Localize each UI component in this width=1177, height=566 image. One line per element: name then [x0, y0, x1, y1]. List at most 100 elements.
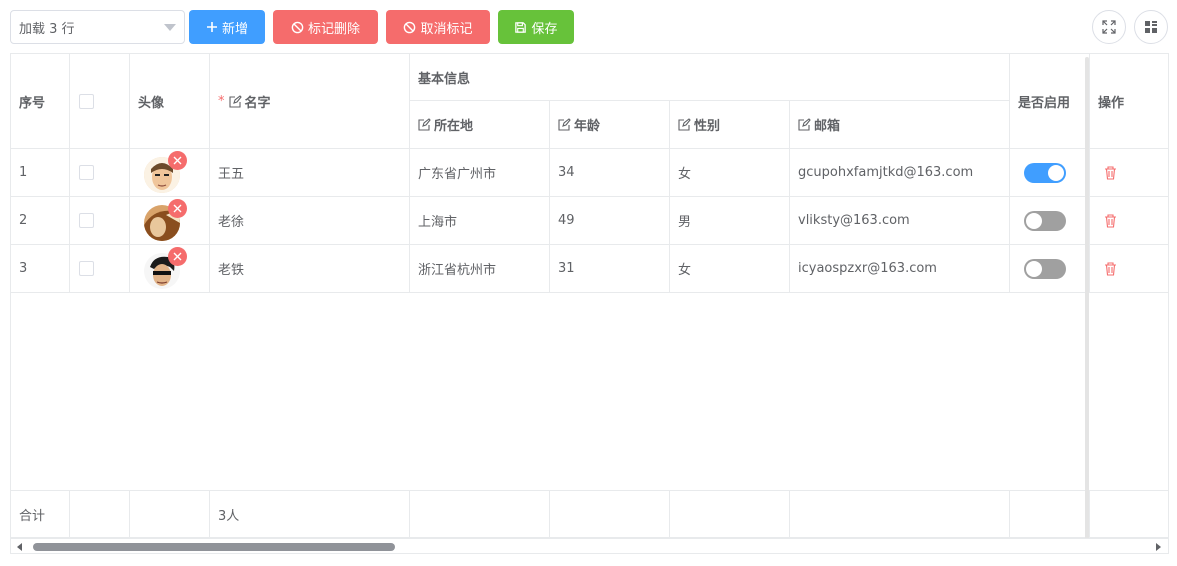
row-select: [70, 149, 130, 197]
row-gender-value: 男: [678, 215, 692, 230]
header-avatar-label: 头像: [138, 95, 165, 111]
row-location-value: 浙江省杭州市: [418, 263, 497, 278]
row-avatar-cell: [130, 245, 210, 293]
row-select: [70, 197, 130, 245]
row-email[interactable]: icyaospzxr@163.com: [790, 245, 1010, 293]
plus-icon: [206, 22, 217, 32]
row-age[interactable]: 49: [550, 197, 670, 245]
footer-cell: [1010, 491, 1090, 538]
header-location-label: 所在地: [434, 119, 474, 134]
row-checkbox[interactable]: [79, 213, 94, 228]
row-location[interactable]: 浙江省杭州市: [410, 245, 550, 293]
fixed-column-divider: [1085, 57, 1089, 540]
row-email[interactable]: vliksty@163.com: [790, 197, 1010, 245]
edit-icon: [678, 118, 691, 131]
row-email-value: gcupohxfamjtkd@163.com: [798, 165, 974, 180]
row-name[interactable]: 老徐: [210, 197, 410, 245]
footer-cell: [410, 491, 550, 538]
save-icon: [515, 21, 527, 33]
header-age-label: 年龄: [574, 119, 601, 134]
chevron-down-icon: [164, 24, 176, 31]
save-button[interactable]: 保存: [498, 10, 574, 44]
edit-icon: [558, 118, 571, 131]
row-checkbox[interactable]: [79, 261, 94, 276]
row-name[interactable]: 王五: [210, 149, 410, 197]
select-all-checkbox[interactable]: [79, 93, 94, 109]
row-email[interactable]: gcupohxfamjtkd@163.com: [790, 149, 1010, 197]
row-index: 2: [19, 213, 28, 228]
mark-delete-label: 标记删除: [307, 20, 360, 36]
header-name-label: 名字: [244, 95, 271, 111]
row-location[interactable]: 广东省广州市: [410, 149, 550, 197]
row-location-value: 广东省广州市: [418, 167, 497, 182]
row-email-value: icyaospzxr@163.com: [798, 261, 937, 276]
footer-cell: [790, 491, 1010, 538]
grid-icon: [1145, 21, 1157, 33]
data-table: 序号 头像 * 名字 基本信息 所在地 年龄 性别 邮箱 是否启用 操作 1 王…: [10, 53, 1169, 554]
row-age[interactable]: 31: [550, 245, 670, 293]
row-gender[interactable]: 女: [670, 149, 790, 197]
table-row-index: 2: [11, 197, 70, 245]
footer-label: 合计: [11, 491, 70, 538]
scrollbar-thumb[interactable]: [33, 543, 395, 551]
toggle-knob: [1026, 212, 1042, 229]
row-enabled: [1010, 245, 1090, 293]
header-email[interactable]: 邮箱: [790, 101, 1010, 149]
close-icon: [173, 204, 182, 212]
row-age[interactable]: 34: [550, 149, 670, 197]
row-actions: [1090, 245, 1168, 293]
delete-icon[interactable]: [1104, 213, 1117, 228]
rows-select-value: 加载 3 行: [19, 21, 75, 37]
delete-icon[interactable]: [1104, 261, 1117, 276]
header-age[interactable]: 年龄: [550, 101, 670, 149]
header-group-basic-info: 基本信息: [410, 54, 1010, 101]
horizontal-scrollbar[interactable]: [11, 538, 1168, 553]
add-button[interactable]: 新增: [189, 10, 265, 44]
row-gender[interactable]: 男: [670, 197, 790, 245]
enabled-toggle[interactable]: [1024, 162, 1066, 183]
row-gender-value: 女: [678, 263, 692, 278]
remove-avatar-button[interactable]: [168, 198, 187, 218]
header-name[interactable]: * 名字: [210, 54, 410, 149]
delete-icon[interactable]: [1104, 165, 1117, 180]
header-enabled-label: 是否启用: [1018, 95, 1071, 111]
column-settings-button[interactable]: [1134, 10, 1168, 44]
row-location[interactable]: 上海市: [410, 197, 550, 245]
row-actions: [1090, 149, 1168, 197]
row-enabled: [1010, 149, 1090, 197]
save-button-label: 保存: [531, 20, 558, 36]
row-location-value: 上海市: [418, 215, 458, 230]
fullscreen-button[interactable]: [1092, 10, 1126, 44]
scroll-left-icon[interactable]: [17, 543, 23, 551]
mark-delete-button[interactable]: 标记删除: [273, 10, 378, 44]
toolbar: 加载 3 行 新增 标记删除 取消标记 保存: [10, 10, 574, 44]
header-index: 序号: [11, 54, 70, 149]
row-index: 1: [19, 165, 28, 180]
row-checkbox[interactable]: [79, 165, 94, 180]
header-enabled: 是否启用: [1010, 54, 1090, 149]
header-gender[interactable]: 性别: [670, 101, 790, 149]
footer-cell: [130, 491, 210, 538]
cancel-mark-button[interactable]: 取消标记: [386, 10, 490, 44]
row-avatar-cell: [130, 149, 210, 197]
enabled-toggle[interactable]: [1024, 210, 1066, 231]
header-select: [70, 54, 130, 149]
enabled-toggle[interactable]: [1024, 258, 1066, 279]
rows-select[interactable]: 加载 3 行: [10, 10, 185, 44]
header-avatar: 头像: [130, 54, 210, 149]
header-location[interactable]: 所在地: [410, 101, 550, 149]
header-gender-label: 性别: [694, 119, 721, 134]
row-name[interactable]: 老铁: [210, 245, 410, 293]
row-gender[interactable]: 女: [670, 245, 790, 293]
remove-avatar-button[interactable]: [168, 150, 187, 170]
scroll-right-icon[interactable]: [1155, 543, 1161, 551]
toggle-knob: [1026, 260, 1042, 277]
row-index: 3: [19, 261, 28, 276]
footer-cell: [70, 491, 130, 538]
row-select: [70, 245, 130, 293]
header-index-label: 序号: [19, 95, 46, 111]
footer-cell: [550, 491, 670, 538]
footer-name-total: 3人: [210, 491, 410, 538]
row-name-value: 老徐: [218, 215, 245, 230]
remove-avatar-button[interactable]: [168, 246, 187, 266]
